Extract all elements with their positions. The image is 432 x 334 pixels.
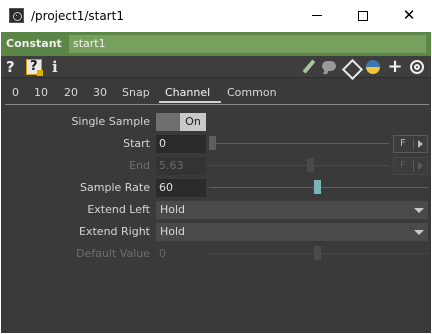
toggle-knob [156, 113, 180, 131]
operator-toolbar: ? ? i + [1, 56, 431, 78]
start-value-field[interactable]: 0 [156, 135, 206, 153]
end-slider-handle [307, 158, 314, 172]
extend-right-dropdown[interactable]: Hold [156, 223, 428, 241]
tab-10[interactable]: 10 [34, 84, 48, 102]
title-bar: /project1/start1 ✕ [0, 0, 432, 32]
minimize-icon [312, 15, 322, 16]
param-label-single-sample: Single Sample [71, 115, 150, 128]
chevron-down-icon [414, 208, 424, 213]
help-icon[interactable]: ? [6, 58, 15, 76]
start-slider-handle[interactable] [209, 136, 216, 150]
sample-rate-value-field[interactable]: 60 [156, 179, 206, 197]
units-label: F [400, 138, 406, 149]
active-tab-indicator [159, 101, 221, 103]
param-end: End 5.63 F [1, 157, 431, 175]
end-units-button: F [393, 157, 428, 175]
end-value-field: 5.63 [156, 157, 206, 175]
extend-left-dropdown[interactable]: Hold [156, 201, 428, 219]
param-extend-right: Extend Right Hold [1, 223, 431, 241]
tag-icon[interactable] [343, 59, 359, 75]
operator-header: Constant start1 [1, 32, 431, 56]
tabs-divider [5, 104, 429, 105]
start-units-button[interactable]: F [393, 135, 428, 153]
extend-left-value: Hold [160, 203, 186, 216]
param-start: Start 0 F [1, 135, 431, 153]
param-single-sample: Single Sample On [1, 113, 431, 131]
expand-arrow-icon [418, 140, 423, 148]
tab-channel[interactable]: Channel [165, 84, 210, 102]
start-slider-track[interactable] [209, 143, 389, 144]
param-label-extend-left: Extend Left [87, 203, 150, 216]
tab-0[interactable]: 0 [12, 84, 19, 102]
units-label: F [400, 160, 406, 171]
info-icon[interactable]: i [52, 58, 58, 76]
tab-common[interactable]: Common [227, 84, 277, 102]
param-extend-left: Extend Left Hold [1, 201, 431, 219]
toggle-state-label: On [180, 113, 206, 131]
edit-pencil-icon[interactable] [301, 59, 317, 75]
add-icon[interactable]: + [387, 58, 403, 76]
extend-right-value: Hold [160, 225, 186, 238]
param-label-extend-right: Extend Right [79, 225, 150, 238]
tab-snap[interactable]: Snap [122, 84, 150, 102]
default-value-field: 0 [156, 245, 206, 263]
operator-type: Constant [6, 37, 62, 50]
expand-arrow-icon [418, 162, 423, 170]
close-button[interactable]: ✕ [386, 0, 432, 32]
minimize-button[interactable] [294, 0, 340, 32]
chevron-down-icon [414, 230, 424, 235]
param-label-start: Start [123, 137, 150, 150]
tab-30[interactable]: 30 [93, 84, 107, 102]
operator-name-field[interactable]: start1 [69, 35, 426, 53]
comment-icon[interactable] [321, 59, 337, 75]
close-icon: ✕ [402, 6, 416, 24]
param-label-sample-rate: Sample Rate [80, 181, 150, 194]
units-separator [413, 160, 414, 172]
python-help-label: ? [30, 59, 38, 74]
param-default-value: Default Value 0 [1, 245, 431, 263]
maximize-button[interactable] [340, 0, 386, 32]
python-icon[interactable] [365, 59, 381, 75]
parameter-tabs: 0 10 20 30 Snap Channel Common [1, 84, 431, 104]
tab-20[interactable]: 20 [64, 84, 78, 102]
window-title: /project1/start1 [31, 9, 124, 23]
param-label-end: End [129, 159, 150, 172]
units-separator [413, 138, 414, 150]
touchdesigner-app-icon [9, 8, 24, 23]
maximize-icon [358, 10, 368, 21]
parameter-panel: Constant start1 ? ? i + 0 10 20 30 Snap … [1, 32, 431, 333]
end-slider-track [209, 165, 389, 166]
python-help-icon[interactable]: ? [26, 59, 43, 76]
single-sample-toggle[interactable]: On [156, 113, 206, 131]
sample-rate-slider-handle[interactable] [314, 180, 321, 194]
param-sample-rate: Sample Rate 60 [1, 179, 431, 197]
target-icon[interactable] [409, 59, 425, 75]
param-label-default-value: Default Value [76, 247, 150, 260]
default-value-slider-handle [314, 246, 321, 260]
